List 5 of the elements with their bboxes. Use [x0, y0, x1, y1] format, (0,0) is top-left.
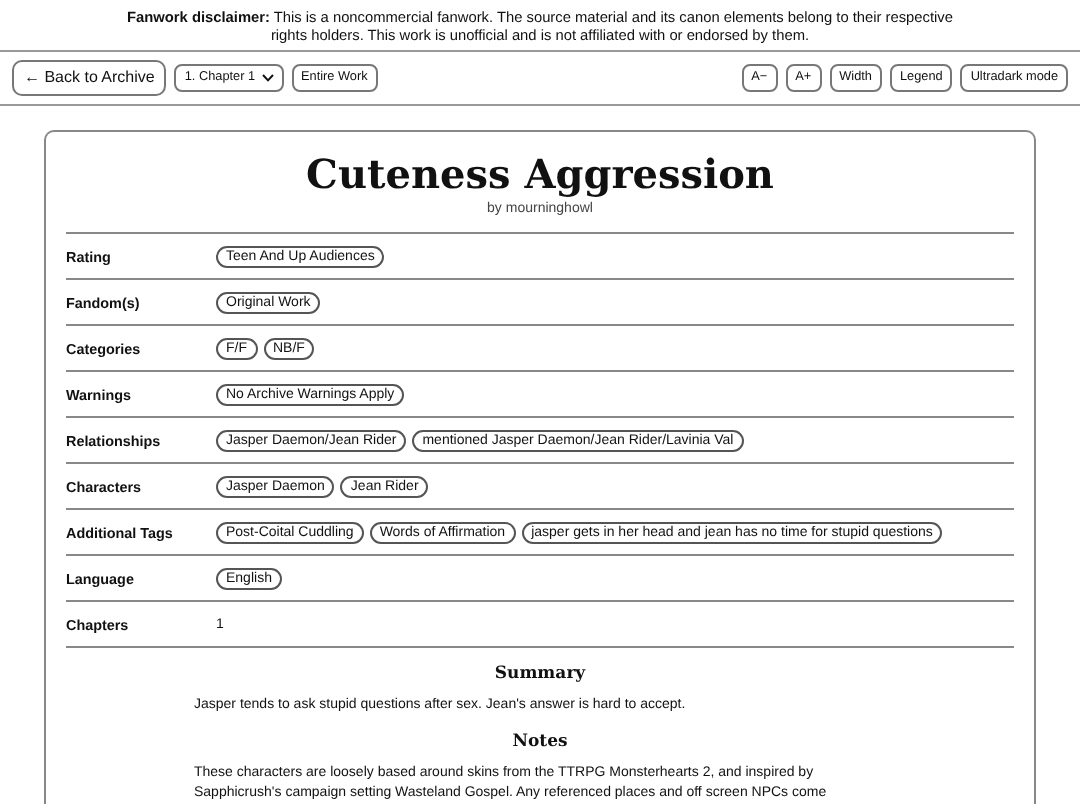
back-to-archive-button[interactable]: ← Back to Archive [12, 60, 167, 96]
section-heading: Summary [492, 662, 588, 688]
work-title: Cuteness Aggression [304, 148, 776, 200]
section-heading: Notes [510, 730, 570, 756]
caret-icon [261, 74, 274, 82]
